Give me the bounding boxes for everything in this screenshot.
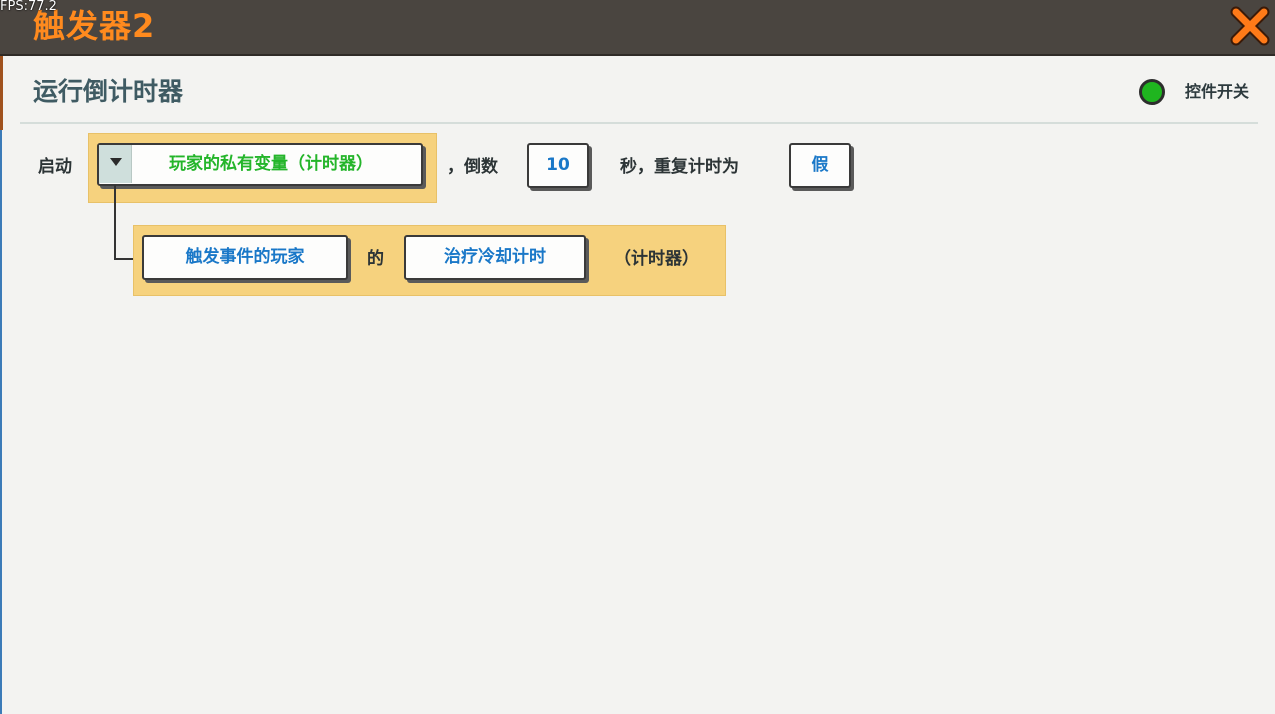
title-bar: 触发器2 <box>0 0 1275 56</box>
control-switch-label: 控件开关 <box>1185 82 1250 101</box>
type-hint-label: （计时器） <box>614 249 699 269</box>
variable-name-label: 治疗冷却计时 <box>444 247 546 267</box>
connector-line-vertical <box>114 185 116 259</box>
variable-select-button[interactable]: 玩家的私有变量（计时器） <box>97 143 423 186</box>
fps-counter: FPS:77.2 <box>0 0 57 14</box>
close-icon[interactable] <box>1226 2 1274 50</box>
chevron-down-icon <box>110 158 122 166</box>
header-divider <box>20 122 1258 124</box>
page-title: 运行倒计时器 <box>33 77 184 106</box>
repeat-toggle-button[interactable]: 假 <box>789 143 851 188</box>
variable-name-button[interactable]: 治疗冷却计时 <box>404 235 586 280</box>
control-switch-toggle[interactable] <box>1139 79 1165 105</box>
repeat-value: 假 <box>811 155 829 175</box>
left-edge-strip <box>0 56 2 714</box>
seconds-input[interactable]: 10 <box>527 143 589 188</box>
left-edge-accent <box>0 56 3 130</box>
countdown-label: ，倒数 <box>447 157 498 177</box>
variable-select-label: 玩家的私有变量（计时器） <box>169 154 373 174</box>
trigger-player-button[interactable]: 触发事件的玩家 <box>142 235 348 280</box>
seconds-value: 10 <box>546 155 570 175</box>
of-label: 的 <box>367 249 384 269</box>
repeat-label: 秒，重复计时为 <box>620 157 739 177</box>
start-label: 启动 <box>38 157 72 177</box>
trigger-player-label: 触发事件的玩家 <box>185 247 305 267</box>
